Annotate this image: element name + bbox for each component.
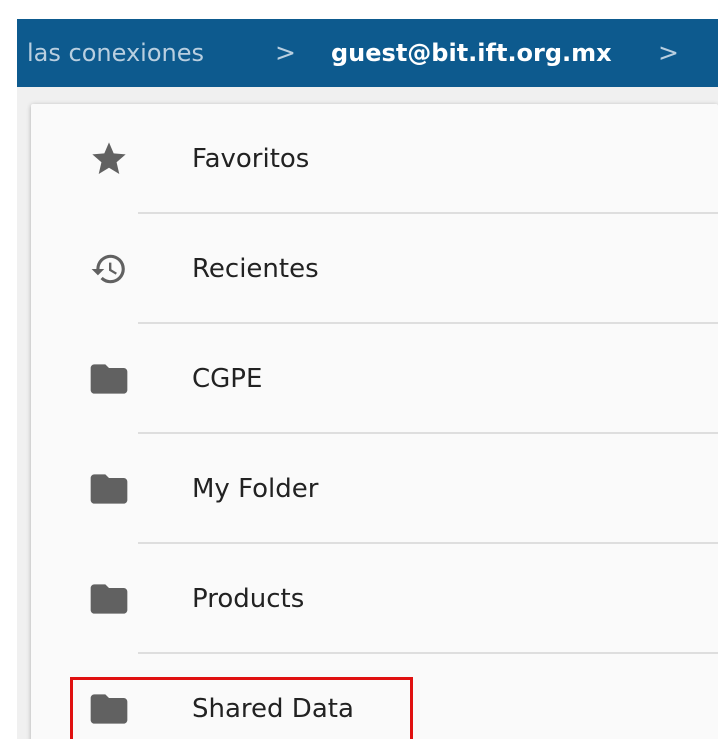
- breadcrumb: las conexiones > guest@bit.ift.org.mx >: [17, 19, 718, 87]
- list-item-cgpe[interactable]: CGPE: [31, 324, 718, 434]
- list-item-label: Shared Data: [192, 694, 354, 724]
- location-list: Favoritos Recientes CGPE My Folder Produ…: [31, 104, 718, 739]
- breadcrumb-item-connections[interactable]: las conexiones: [27, 19, 204, 87]
- list-item-my-folder[interactable]: My Folder: [31, 434, 718, 544]
- list-item-label: Products: [192, 584, 305, 614]
- folder-icon: [85, 434, 133, 544]
- list-item-label: My Folder: [192, 474, 319, 504]
- breadcrumb-separator: >: [658, 38, 679, 67]
- list-item-recientes[interactable]: Recientes: [31, 214, 718, 324]
- list-item-favoritos[interactable]: Favoritos: [31, 104, 718, 214]
- folder-icon: [85, 654, 133, 739]
- history-icon: [85, 214, 133, 324]
- list-item-products[interactable]: Products: [31, 544, 718, 654]
- list-item-label: Favoritos: [192, 144, 310, 174]
- star-icon: [85, 104, 133, 214]
- folder-icon: [85, 544, 133, 654]
- list-item-label: Recientes: [192, 254, 319, 284]
- list-item-shared-data[interactable]: Shared Data: [31, 654, 718, 739]
- list-item-label: CGPE: [192, 364, 263, 394]
- breadcrumb-separator: >: [275, 38, 296, 67]
- breadcrumb-item-account[interactable]: guest@bit.ift.org.mx: [331, 19, 612, 87]
- file-browser-screen: las conexiones > guest@bit.ift.org.mx > …: [0, 0, 718, 739]
- folder-icon: [85, 324, 133, 434]
